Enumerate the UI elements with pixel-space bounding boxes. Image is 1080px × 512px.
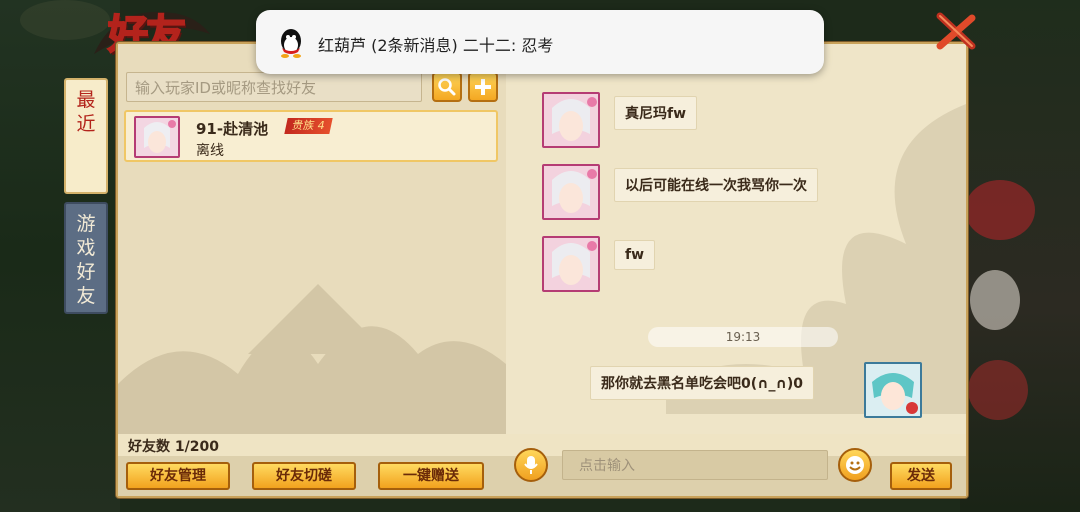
microphone-icon [524,456,538,474]
send-button[interactable]: 发送 [890,462,952,490]
self-avatar [864,362,922,418]
character-portrait-icon [544,166,598,218]
notification-toast[interactable]: 红葫芦 (2条新消息) 二十二: 忍考 [256,10,824,74]
voice-button[interactable] [514,448,548,482]
close-icon[interactable] [934,12,978,52]
character-portrait-icon [136,118,178,156]
message-bubble: 那你就去黑名单吃会吧0(∩_∩)0 [590,366,815,400]
character-portrait-icon [544,238,598,290]
friend-status: 离线 [196,143,224,159]
vip-badge: 贵族 4 [284,118,333,134]
friend-spar-button[interactable]: 好友切磋 [252,462,356,490]
tab-game-friends[interactable]: 游 戏 好 友 [64,202,108,314]
chat-input[interactable]: 点击输入 [562,450,828,480]
wave-decoration-icon [118,284,506,434]
tab-game-friends-label: 游 戏 好 友 [76,213,96,307]
gift-all-button[interactable]: 一键赠送 [378,462,484,490]
friend-name: 91-赴清池 [196,120,269,138]
message-bubble: fw [614,240,656,270]
message-bubble: 真尼玛fw [614,96,698,130]
search-icon [438,78,456,96]
search-button[interactable] [432,72,462,102]
smiley-icon [846,456,864,474]
plus-icon [475,79,491,95]
friend-avatar [134,116,180,158]
emoji-button[interactable] [838,448,872,482]
tab-recent[interactable]: 最 近 [64,78,108,194]
qq-penguin-icon [281,29,301,58]
message-bubble: 以后可能在线一次我骂你一次 [614,168,818,202]
search-input[interactable]: 输入玩家ID或昵称查找好友 [126,72,422,102]
character-portrait-icon [866,364,920,416]
notification-text: 红葫芦 (2条新消息) 二十二: 忍考 [318,36,554,55]
friend-avatar [542,164,600,220]
manage-friends-button[interactable]: 好友管理 [126,462,230,490]
friend-avatar [542,236,600,292]
friend-list-item[interactable]: 91-赴清池 贵族 4 离线 [124,110,498,162]
background-decoration [968,360,1028,420]
character-portrait-icon [544,94,598,146]
background-decoration [970,270,1020,330]
chat-timestamp: 19:13 [648,327,838,347]
background-right [960,0,1080,512]
friend-avatar [542,92,600,148]
background-decoration [965,180,1035,240]
friend-list-pane: 输入玩家ID或昵称查找好友 91-赴清池 贵族 4 离线 [118,44,506,434]
add-friend-button[interactable] [468,72,498,102]
tab-recent-label: 最 近 [76,89,96,135]
friend-count: 好友数 1/200 [128,439,219,455]
